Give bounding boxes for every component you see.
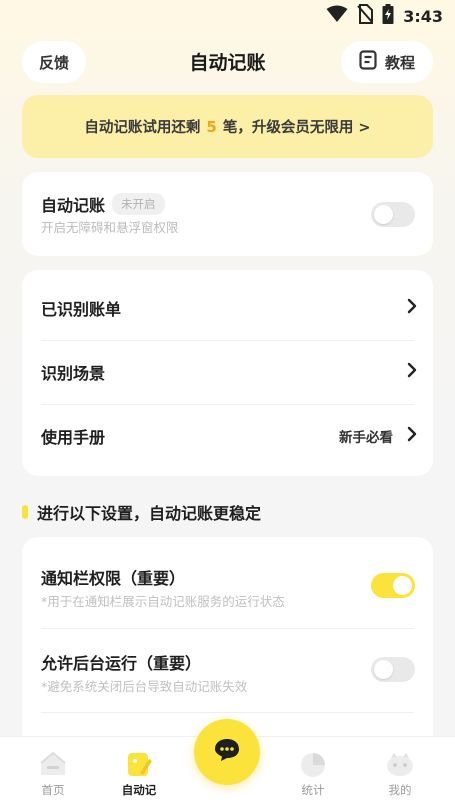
notification-permission-toggle[interactable] (371, 573, 415, 598)
header: 反馈 自动记账 教程 (0, 40, 455, 84)
auto-record-title: 自动记账 (41, 196, 106, 215)
background-run-title: 允许后台运行（重要） (41, 654, 202, 673)
menu-item-user-manual[interactable]: 使用手册 新手必看 (22, 404, 433, 468)
status-time: 3:43 (403, 6, 443, 26)
section-title: 进行以下设置，自动记账更稳定 (37, 504, 262, 523)
notification-permission-title: 通知栏权限（重要） (41, 569, 186, 588)
auto-record-card: 自动记账 未开启 开启无障碍和悬浮窗权限 (22, 172, 433, 256)
background-run-toggle[interactable] (371, 657, 415, 682)
menu-item-hint: 新手必看 (339, 430, 393, 446)
chevron-right-icon (407, 426, 417, 446)
divider (41, 712, 414, 713)
chevron-right-icon (407, 362, 417, 382)
divider (41, 628, 414, 629)
status-icons: 3:43 (326, 4, 443, 28)
no-sim-icon (357, 4, 374, 28)
auto-record-toggle[interactable] (371, 202, 415, 227)
tutorial-button[interactable]: 教程 (341, 41, 433, 83)
home-icon (38, 749, 68, 779)
status-bar: 3:43 (0, 0, 455, 34)
tutorial-label: 教程 (384, 53, 415, 72)
menu-item-label: 使用手册 (41, 428, 106, 447)
section-accent-bar (22, 505, 28, 519)
status-badge: 未开启 (112, 193, 165, 215)
book-icon (359, 50, 377, 74)
tab-auto-record[interactable]: 自动记 (104, 737, 174, 810)
trial-remaining-count: 5 (206, 117, 217, 136)
tab-home[interactable]: 首页 (18, 737, 88, 810)
menu-item-recognized-bills[interactable]: 已识别账单 (22, 276, 433, 340)
chart-icon (298, 749, 328, 779)
menu-card: 已识别账单 识别场景 使用手册 新手必看 (22, 270, 433, 476)
upgrade-promo-banner[interactable]: 自动记账试用还剩 5 笔，升级会员无限用 > (22, 95, 433, 158)
wifi-icon (326, 5, 348, 27)
battery-charging-icon (382, 4, 394, 28)
chat-fab-button[interactable] (194, 719, 260, 785)
chat-bubble-icon (213, 737, 241, 767)
auto-record-icon (124, 749, 154, 779)
auto-record-title-row: 自动记账 未开启 (41, 192, 165, 216)
toggle-knob (374, 660, 393, 679)
chevron-right-icon (407, 298, 417, 318)
menu-item-recognition-scenes[interactable]: 识别场景 (22, 340, 433, 404)
tab-label: 自动记 (121, 783, 157, 797)
notification-permission-subtitle: *用于在通知栏展示自动记账服务的运行状态 (41, 594, 285, 609)
menu-item-label: 已识别账单 (41, 300, 122, 319)
tab-label: 我的 (388, 783, 412, 797)
tab-label: 首页 (41, 783, 65, 797)
auto-record-subtitle: 开启无障碍和悬浮窗权限 (41, 220, 179, 235)
tab-profile[interactable]: 我的 (365, 737, 435, 810)
toggle-knob (393, 576, 412, 595)
background-run-subtitle: *避免系统关闭后台导致自动记账失效 (41, 679, 248, 694)
tab-statistics[interactable]: 统计 (278, 737, 348, 810)
section-heading: 进行以下设置，自动记账更稳定 (22, 500, 261, 524)
promo-suffix: 笔，升级会员无限用 > (222, 120, 371, 136)
tab-label: 统计 (301, 783, 325, 797)
promo-prefix: 自动记账试用还剩 (84, 120, 201, 136)
menu-item-label: 识别场景 (41, 364, 106, 383)
profile-icon (385, 749, 415, 779)
toggle-knob (374, 205, 393, 224)
